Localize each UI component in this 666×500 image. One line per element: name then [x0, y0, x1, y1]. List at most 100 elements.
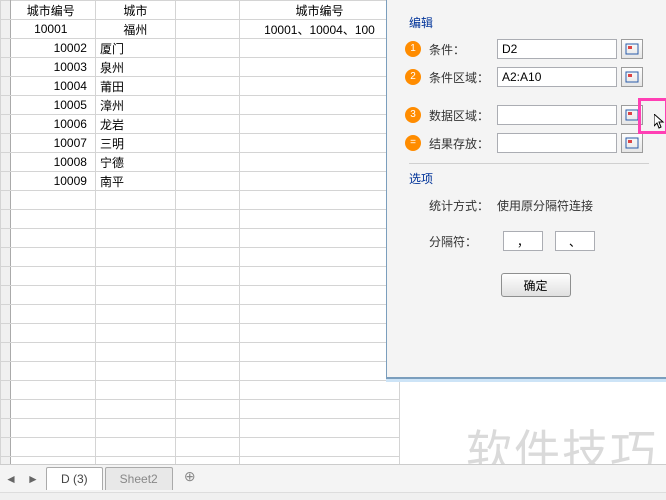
row-header[interactable]	[1, 438, 11, 457]
cell[interactable]: 10008	[10, 153, 95, 172]
row-header[interactable]	[1, 191, 11, 210]
cell[interactable]: 10003	[10, 58, 95, 77]
row-header[interactable]	[1, 286, 11, 305]
cell[interactable]: 宁德	[95, 153, 175, 172]
cell[interactable]	[175, 438, 239, 457]
cell[interactable]	[10, 324, 95, 343]
cell[interactable]	[175, 58, 239, 77]
cell[interactable]	[175, 96, 239, 115]
cell[interactable]	[239, 419, 399, 438]
data-range-input[interactable]	[497, 105, 617, 125]
cell[interactable]: 福州	[95, 20, 175, 39]
cell[interactable]	[239, 77, 399, 96]
cell[interactable]	[239, 115, 399, 134]
cell[interactable]	[10, 210, 95, 229]
cell[interactable]	[10, 267, 95, 286]
cell[interactable]	[95, 305, 175, 324]
cell[interactable]	[95, 419, 175, 438]
cell[interactable]	[175, 248, 239, 267]
cell[interactable]: 10009	[10, 172, 95, 191]
cell[interactable]	[239, 324, 399, 343]
cell[interactable]: 漳州	[95, 96, 175, 115]
cell[interactable]	[239, 362, 399, 381]
cell[interactable]	[175, 267, 239, 286]
tab-nav-next[interactable]: ►	[22, 472, 44, 486]
cell[interactable]	[175, 115, 239, 134]
row-header[interactable]	[1, 248, 11, 267]
cell[interactable]	[239, 229, 399, 248]
row-header[interactable]	[1, 39, 11, 58]
header-a[interactable]: 城市编号	[10, 1, 95, 20]
cell[interactable]	[10, 400, 95, 419]
row-header[interactable]	[1, 381, 11, 400]
add-tab-button[interactable]: ⊕	[179, 468, 201, 490]
row-header[interactable]	[1, 324, 11, 343]
condition-input[interactable]	[497, 39, 617, 59]
cell[interactable]: 三明	[95, 134, 175, 153]
cell[interactable]	[175, 134, 239, 153]
row-header[interactable]	[1, 210, 11, 229]
row-header[interactable]	[1, 343, 11, 362]
row-header[interactable]	[1, 419, 11, 438]
cell[interactable]	[239, 400, 399, 419]
row-header[interactable]	[1, 77, 11, 96]
cell[interactable]: 10007	[10, 134, 95, 153]
cell[interactable]	[239, 267, 399, 286]
cell[interactable]	[95, 229, 175, 248]
row-header[interactable]	[1, 229, 11, 248]
cell[interactable]: 10001、10004、100	[239, 20, 399, 39]
cell[interactable]: 莆田	[95, 77, 175, 96]
cell[interactable]	[175, 20, 239, 39]
cell[interactable]	[239, 248, 399, 267]
cell[interactable]	[239, 343, 399, 362]
cell[interactable]	[95, 343, 175, 362]
cell[interactable]	[175, 343, 239, 362]
delimiter-input-b[interactable]	[555, 231, 595, 251]
cell[interactable]: 10004	[10, 77, 95, 96]
cell[interactable]	[239, 58, 399, 77]
cell[interactable]	[239, 153, 399, 172]
cell[interactable]	[175, 324, 239, 343]
row-header[interactable]	[1, 1, 11, 20]
cell[interactable]: 南平	[95, 172, 175, 191]
cell[interactable]	[95, 210, 175, 229]
cell[interactable]	[95, 267, 175, 286]
row-header[interactable]	[1, 134, 11, 153]
cond-range-ref-button[interactable]	[621, 67, 643, 87]
cell[interactable]	[95, 362, 175, 381]
cell[interactable]	[239, 438, 399, 457]
cell[interactable]	[239, 39, 399, 58]
cell[interactable]	[95, 324, 175, 343]
cell[interactable]	[95, 438, 175, 457]
row-header[interactable]	[1, 172, 11, 191]
cell[interactable]	[175, 172, 239, 191]
cell[interactable]	[10, 248, 95, 267]
cell[interactable]	[175, 419, 239, 438]
tab-nav-prev[interactable]: ◄	[0, 472, 22, 486]
cell[interactable]: 龙岩	[95, 115, 175, 134]
cell[interactable]	[239, 286, 399, 305]
tab-d3[interactable]: D (3)	[46, 467, 103, 490]
cell[interactable]	[175, 362, 239, 381]
row-header[interactable]	[1, 153, 11, 172]
cell[interactable]	[175, 210, 239, 229]
cond-range-input[interactable]	[497, 67, 617, 87]
cell[interactable]	[239, 210, 399, 229]
cell[interactable]	[95, 400, 175, 419]
cell[interactable]	[239, 96, 399, 115]
cell[interactable]	[175, 77, 239, 96]
cell[interactable]	[10, 438, 95, 457]
cell[interactable]: 10001	[10, 20, 95, 39]
cell[interactable]	[95, 286, 175, 305]
row-header[interactable]	[1, 20, 11, 39]
cell[interactable]	[175, 191, 239, 210]
row-header[interactable]	[1, 267, 11, 286]
cell[interactable]	[10, 229, 95, 248]
cell[interactable]	[95, 381, 175, 400]
cell[interactable]	[239, 381, 399, 400]
cell[interactable]	[10, 362, 95, 381]
cell[interactable]	[175, 229, 239, 248]
cell[interactable]	[175, 39, 239, 58]
cell[interactable]	[10, 191, 95, 210]
condition-ref-button[interactable]	[621, 39, 643, 59]
